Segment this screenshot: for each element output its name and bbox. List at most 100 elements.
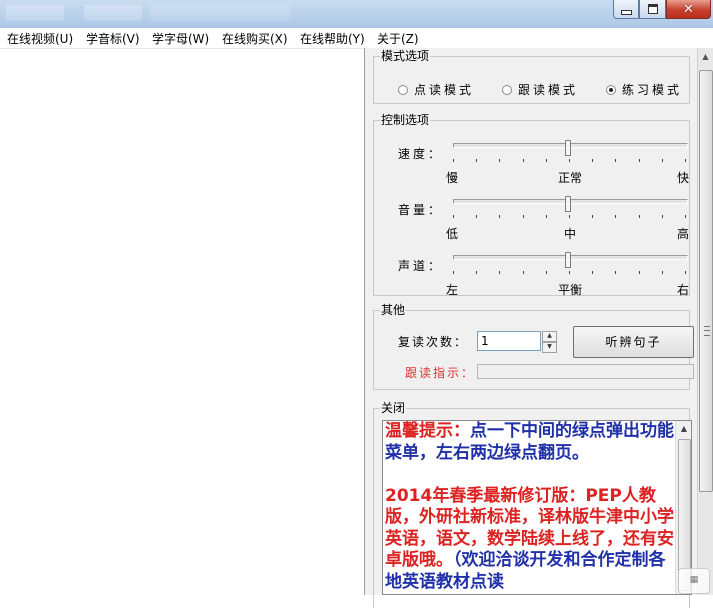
menu-buy-online[interactable]: 在线购买(X) <box>222 30 288 47</box>
slider-tick <box>523 215 524 218</box>
slider-tick <box>476 159 477 162</box>
channel-ticks <box>453 271 686 275</box>
maximize-icon <box>647 4 658 14</box>
channel-label: 声道： <box>398 259 444 273</box>
slider-tick <box>639 159 640 162</box>
slider-tick <box>499 159 500 162</box>
channel-slider-thumb[interactable] <box>565 252 571 268</box>
close-button[interactable]: ✕ <box>666 0 711 19</box>
channel-scale-max: 右 <box>677 283 690 297</box>
grip-icon <box>704 326 710 336</box>
scroll-up-icon[interactable]: ▲ <box>676 421 691 437</box>
slider-tick <box>685 271 686 274</box>
title-blur-2 <box>84 5 142 21</box>
volume-label: 音量： <box>398 203 444 217</box>
channel-scale-mid: 平衡 <box>558 283 583 297</box>
slider-tick <box>453 159 454 162</box>
control-options-label: 控制选项 <box>380 113 431 127</box>
slider-tick <box>569 271 570 274</box>
radio-point-read[interactable]: 点读模式 <box>398 81 474 98</box>
title-blur-3 <box>150 5 290 21</box>
radio-follow-read[interactable]: 跟读模式 <box>502 81 578 98</box>
minimize-button[interactable] <box>613 0 639 19</box>
menu-about[interactable]: 关于(Z) <box>377 30 419 47</box>
minimize-icon <box>620 9 632 15</box>
radio-circle[interactable] <box>502 84 512 95</box>
window-scrollbar[interactable]: ▲ <box>697 48 713 595</box>
speed-ticks <box>453 159 686 163</box>
slider-tick <box>569 215 570 218</box>
repeat-count-spinner[interactable]: ▲ ▼ <box>542 331 557 353</box>
speed-scale-mid: 正常 <box>558 171 583 185</box>
slider-tick <box>592 271 593 274</box>
speed-scale-max: 快 <box>677 171 690 185</box>
slider-tick <box>615 159 616 162</box>
volume-scale-min: 低 <box>446 227 459 241</box>
slider-tick <box>476 215 477 218</box>
control-panel: 模式选项 点读模式 跟读模式 练习模式 控制选项 速度： 慢 正常 快 音量： … <box>364 48 698 608</box>
other-group: 其他 复读次数： 1 ▲ ▼ 听辨句子 跟读指示： <box>373 303 694 390</box>
tip-textbox[interactable]: 温馨提示：点一下中间的绿点弹出功能菜单，左右两边绿点翻页。 2014年春季最新修… <box>382 420 692 595</box>
follow-indicator-label: 跟读指示： <box>405 366 476 380</box>
slider-tick <box>662 215 663 218</box>
spin-up-icon[interactable]: ▲ <box>542 331 557 342</box>
menu-online-video[interactable]: 在线视频(U) <box>7 30 73 47</box>
follow-indicator-bar <box>477 364 694 379</box>
slider-tick <box>615 271 616 274</box>
slider-tick <box>662 271 663 274</box>
radio-label: 跟读模式 <box>518 83 579 97</box>
radio-circle-checked[interactable] <box>606 84 616 95</box>
slider-tick <box>639 271 640 274</box>
window-scroll-thumb[interactable] <box>699 70 713 492</box>
radio-practice[interactable]: 练习模式 <box>606 81 682 98</box>
slider-tick <box>523 159 524 162</box>
slider-tick <box>499 215 500 218</box>
spin-down-icon[interactable]: ▼ <box>542 342 557 353</box>
slider-tick <box>453 271 454 274</box>
slider-tick <box>615 215 616 218</box>
slider-tick <box>592 215 593 218</box>
slider-tick <box>453 215 454 218</box>
slider-tick <box>476 271 477 274</box>
close-icon: ✕ <box>683 1 694 17</box>
repeat-count-label: 复读次数： <box>398 335 469 349</box>
slider-tick <box>546 215 547 218</box>
volume-ticks <box>453 215 686 219</box>
menu-phonetics[interactable]: 学音标(V) <box>86 30 140 47</box>
radio-label: 点读模式 <box>414 83 475 97</box>
tip-heading: 温馨提示： <box>385 421 470 441</box>
mode-options-group: 模式选项 点读模式 跟读模式 练习模式 <box>373 49 690 104</box>
title-bar: ✕ <box>0 0 713 28</box>
channel-scale-min: 左 <box>446 283 459 297</box>
menu-bar: 在线视频(U) 学音标(V) 学字母(W) 在线购买(X) 在线帮助(Y) 关于… <box>0 28 713 49</box>
repeat-count-input[interactable]: 1 <box>477 331 541 351</box>
menu-online-help[interactable]: 在线帮助(Y) <box>300 30 365 47</box>
volume-scale-mid: 中 <box>564 227 577 241</box>
listen-sentence-button[interactable]: 听辨句子 <box>573 326 694 358</box>
slider-tick <box>685 215 686 218</box>
slider-tick <box>546 159 547 162</box>
other-label: 其他 <box>380 303 407 317</box>
slider-tick <box>639 215 640 218</box>
slider-tick <box>592 159 593 162</box>
slider-tick <box>685 159 686 162</box>
radio-circle[interactable] <box>398 84 408 95</box>
speed-label: 速度： <box>398 147 444 161</box>
volume-slider-thumb[interactable] <box>565 196 571 212</box>
volume-scale-max: 高 <box>677 227 690 241</box>
maximize-button[interactable] <box>639 0 666 19</box>
close-group-label: 关闭 <box>380 401 407 415</box>
menu-alphabet[interactable]: 学字母(W) <box>152 30 209 47</box>
scroll-up-icon[interactable]: ▲ <box>698 48 713 65</box>
title-blur-1 <box>6 5 64 21</box>
speed-scale-min: 慢 <box>446 171 459 185</box>
mode-options-label: 模式选项 <box>380 49 431 63</box>
slider-tick <box>546 271 547 274</box>
content-area[interactable] <box>0 49 364 595</box>
tip-text: 温馨提示：点一下中间的绿点弹出功能菜单，左右两边绿点翻页。 2014年春季最新修… <box>385 421 675 593</box>
slider-tick <box>569 159 570 162</box>
radio-label: 练习模式 <box>622 83 683 97</box>
watermark-logo: ▦ <box>678 568 710 594</box>
speed-slider-thumb[interactable] <box>565 140 571 156</box>
control-options-group: 控制选项 速度： 慢 正常 快 音量： 低 中 高 声道： 左 平衡 右 <box>373 113 690 297</box>
